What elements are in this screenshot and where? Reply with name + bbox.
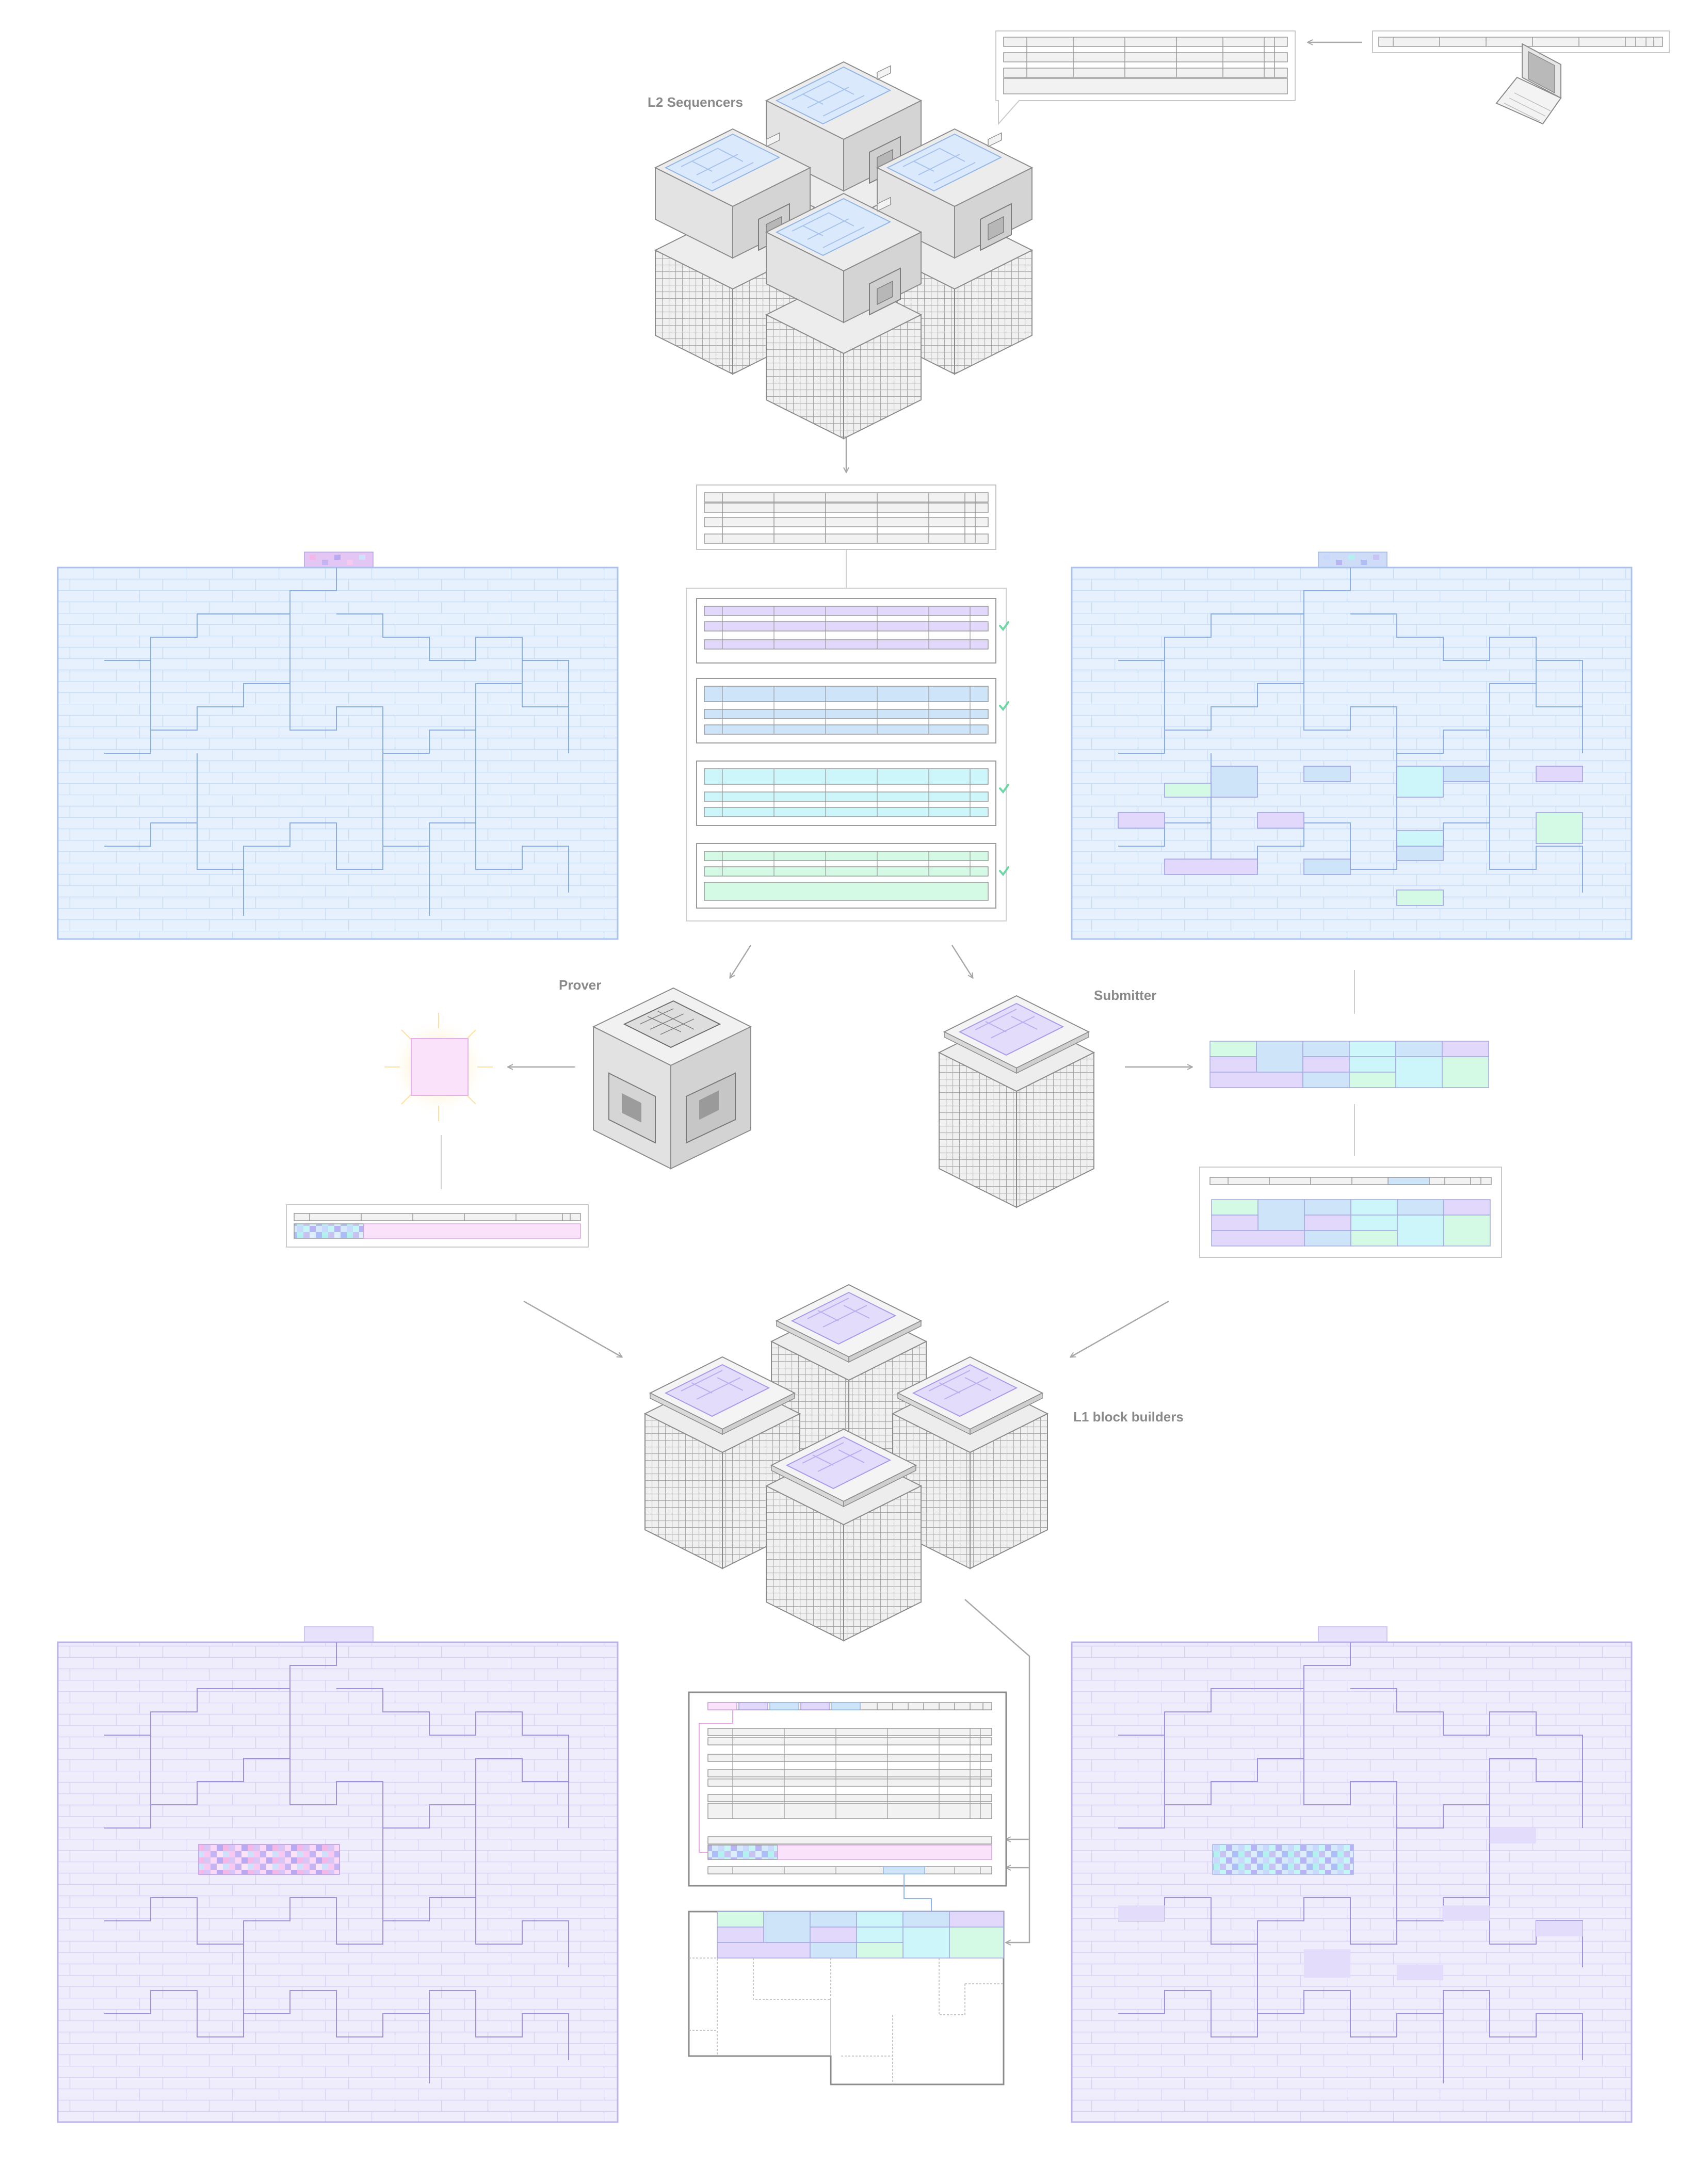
prover-cube-icon [592,987,752,1170]
arrow-icon [1071,1300,1169,1357]
blob-tx [1199,1167,1502,1258]
l1-blob-storage [688,1911,1005,2085]
l2-to-l1-rollup-diagram: L2 Sequencers Prover Submitter L1 block … [57,30,1670,2123]
laptop-icon [1495,43,1562,125]
state-diff-blob [1209,1041,1489,1088]
arrow-icon [730,945,752,978]
executed-batches [686,588,1009,921]
sequenced-batch [696,484,996,550]
builders-label: L1 block builders [1073,1409,1184,1425]
submitter-label: Submitter [1094,988,1156,1003]
l1-state-grid-left [57,1626,619,2123]
server-icon [766,193,922,439]
l2-state-grid-left [57,552,619,940]
arrow-icon [523,1300,622,1357]
l1-block [688,1691,1007,1912]
l1-builders-cluster [644,1284,1048,1641]
sequencers-label: L2 Sequencers [648,94,743,110]
user-tx-list [1372,30,1670,53]
proof-glow-icon [384,1013,493,1121]
arrow-icon [951,945,973,978]
mempool-bubble [995,30,1296,125]
l1-state-grid-right [1071,1626,1633,2123]
l2-sequencers-cluster: L2 Sequencers [648,61,1032,439]
submitter-machine [939,995,1094,1208]
server-icon [939,995,1094,1208]
prover-label: Prover [559,977,601,993]
proof-tx [286,1204,589,1248]
server-icon [766,1429,922,1641]
l2-state-grid-right [1071,552,1633,940]
